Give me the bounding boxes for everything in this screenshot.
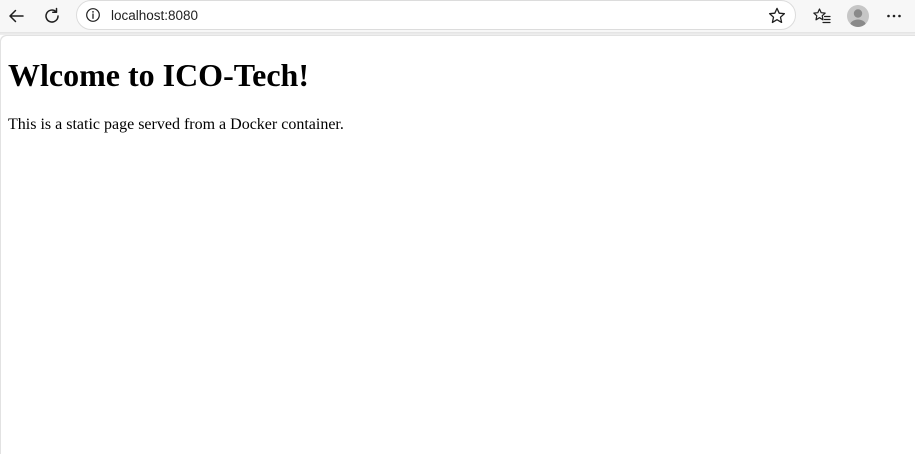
- page-heading: Wlcome to ICO-Tech!: [8, 57, 309, 93]
- arrow-left-icon: [6, 6, 26, 26]
- address-bar[interactable]: localhost:8080: [76, 0, 796, 30]
- info-circle-icon[interactable]: [85, 7, 101, 23]
- address-text[interactable]: localhost:8080: [111, 7, 198, 24]
- back-button[interactable]: [2, 2, 30, 30]
- page-content: [0, 35, 915, 454]
- user-avatar-icon: [846, 4, 870, 28]
- favorites-button[interactable]: [808, 2, 836, 30]
- reload-button[interactable]: [38, 2, 66, 30]
- star-outline-icon[interactable]: [767, 6, 787, 26]
- ellipsis-horizontal-icon: [884, 6, 904, 26]
- profile-button[interactable]: [844, 2, 872, 30]
- favorites-star-list-icon: [812, 6, 832, 26]
- page-paragraph: This is a static page served from a Dock…: [8, 116, 344, 133]
- reload-icon: [42, 6, 62, 26]
- more-menu-button[interactable]: [880, 2, 908, 30]
- browser-toolbar: localhost:8080: [0, 0, 915, 32]
